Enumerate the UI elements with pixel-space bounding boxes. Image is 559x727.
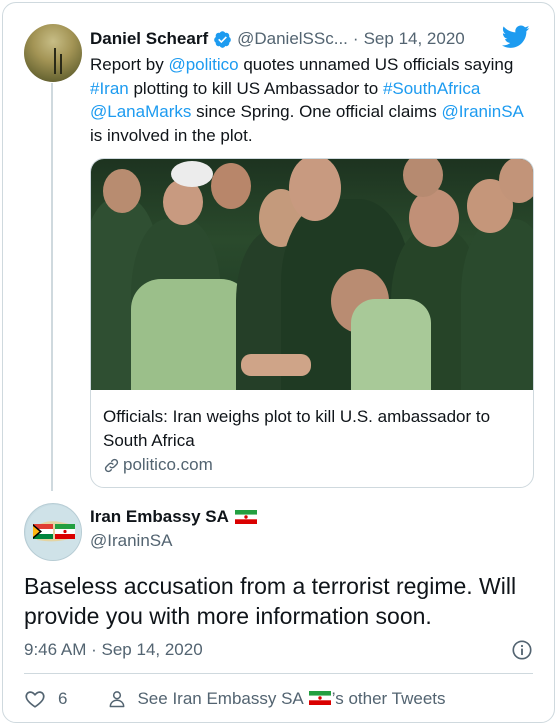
quoted-tweet-date[interactable]: Sep 14, 2020 xyxy=(364,29,465,49)
quoted-author-name[interactable]: Daniel Schearf xyxy=(90,29,208,49)
twitter-bird-icon[interactable] xyxy=(502,25,530,49)
text-segment: Report by xyxy=(90,55,169,74)
iran-flag-icon xyxy=(308,691,331,705)
text-segment: plotting to kill US Ambassador to xyxy=(128,78,383,98)
link-icon xyxy=(104,458,119,472)
separator-dot: · xyxy=(352,29,359,48)
text-segment: since Spring. One official claims xyxy=(191,102,442,121)
tweet-actions: 6 See Iran Embassy SA ’s other Tweets xyxy=(24,686,446,712)
link-preview-title[interactable]: Officials: Iran weighs plot to kill U.S.… xyxy=(103,405,528,452)
embassy-logo-icon xyxy=(26,505,81,560)
quoted-author-handle[interactable]: @DanielSSc... xyxy=(237,29,348,49)
iran-flag-icon xyxy=(234,510,257,524)
see-other-tweets-link[interactable]: See Iran Embassy SA ’s other Tweets xyxy=(137,689,445,709)
link-preview-card[interactable]: Officials: Iran weighs plot to kill U.S.… xyxy=(90,158,534,488)
divider xyxy=(24,673,533,674)
separator-dot: · xyxy=(91,640,97,659)
heart-icon[interactable] xyxy=(24,688,46,710)
quoted-tweet-text: Report by @politico quotes unnamed US of… xyxy=(90,53,530,147)
tweet-time: 9:46 AM xyxy=(24,640,87,659)
link-preview-image xyxy=(91,159,533,390)
link-domain-text: politico.com xyxy=(123,455,213,474)
link-preview-domain[interactable]: politico.com xyxy=(103,455,213,475)
tweet-timestamp[interactable]: 9:46 AM · Sep 14, 2020 xyxy=(24,640,203,660)
thread-connector-line xyxy=(51,83,53,491)
hashtag-southafrica[interactable]: #SouthAfrica xyxy=(383,79,480,98)
mention-politico[interactable]: @politico xyxy=(168,55,238,74)
avatar-iran-embassy-sa[interactable] xyxy=(24,503,82,561)
hashtag-iran[interactable]: #Iran xyxy=(90,79,129,98)
tweet-text: Baseless accusation from a terrorist reg… xyxy=(24,573,517,629)
verified-badge-icon xyxy=(214,30,231,48)
like-count[interactable]: 6 xyxy=(58,689,67,709)
info-icon[interactable] xyxy=(511,639,533,661)
mention-lanamarks[interactable]: @LanaMarks xyxy=(90,102,191,121)
see-other-tweets-prefix: See Iran Embassy SA xyxy=(137,689,304,708)
embedded-tweet-card: Daniel Schearf @DanielSSc... · Sep 14, 2… xyxy=(2,2,555,723)
tweet-date: Sep 14, 2020 xyxy=(101,640,203,659)
see-other-tweets-suffix: ’s other Tweets xyxy=(331,689,446,708)
avatar-daniel-schearf[interactable] xyxy=(24,24,82,82)
quoted-tweet-header: Daniel Schearf @DanielSSc... · Sep 14, 2… xyxy=(90,27,530,51)
person-icon[interactable] xyxy=(107,689,127,709)
tweet-header: Iran Embassy SA xyxy=(90,507,257,527)
tweet-author-name[interactable]: Iran Embassy SA xyxy=(90,507,229,527)
text-segment: quotes unnamed US officials saying xyxy=(238,55,514,74)
mention-iraninsa[interactable]: @IraninSA xyxy=(441,102,523,121)
tweet-author-handle[interactable]: @IraninSA xyxy=(90,531,172,551)
text-segment: is involved in the plot. xyxy=(90,125,253,145)
